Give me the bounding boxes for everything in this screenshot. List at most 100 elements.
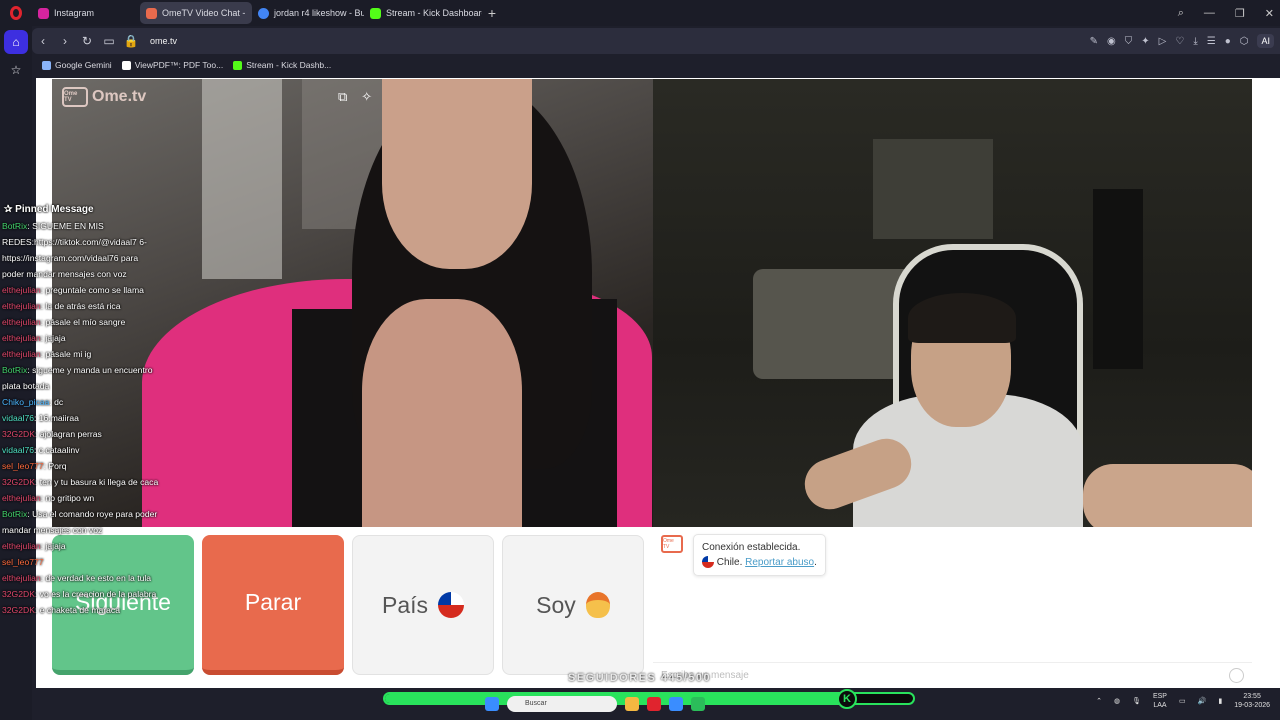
chat-username[interactable]: elthejulian (2, 349, 41, 359)
microphone-icon[interactable]: 🎙 (1132, 697, 1141, 705)
emoji-icon[interactable] (1229, 668, 1244, 683)
effects-icon[interactable]: ✧ (361, 89, 372, 105)
chat-message: sel_leo777: Porq (0, 458, 162, 474)
bookmarks-bar: Google Gemini ViewPDF™: PDF Too... Strea… (32, 56, 1280, 74)
opera-taskbar-icon[interactable] (647, 697, 661, 711)
chat-username[interactable]: BotRix (2, 509, 27, 519)
spotify-taskbar-icon[interactable] (691, 697, 705, 711)
taskbar-search[interactable]: Buscar (507, 696, 617, 712)
chat-username[interactable]: 32G2DK (2, 429, 35, 439)
lock-icon: 🔒 (123, 34, 139, 48)
message-input[interactable]: Escribe un mensaje (653, 662, 1252, 688)
forward-icon[interactable]: › (54, 34, 76, 48)
bookmark-gemini[interactable]: Google Gemini (42, 60, 112, 70)
volume-icon[interactable]: 🔊 (1198, 697, 1207, 705)
reload-icon[interactable]: ↻ (76, 34, 98, 48)
streamer-hair (908, 293, 1016, 343)
country-button[interactable]: País (352, 535, 494, 675)
chat-text: : de verdad ke esto en la tula (40, 573, 152, 583)
chat-username[interactable]: Chiko_picaa (2, 397, 49, 407)
stop-button[interactable]: Parar (202, 535, 344, 675)
search-tabs-icon[interactable]: ⌕ (1178, 7, 1184, 20)
profile-icon[interactable]: ● (1225, 36, 1231, 47)
network-icon[interactable]: ▭ (1179, 697, 1186, 705)
clock[interactable]: 23:55 19-03-2026 (1234, 692, 1270, 710)
browser-tab-bar: Instagram OmeTV Video Chat - jordan r4 l… (0, 0, 1280, 26)
bookmark-kick[interactable]: Stream - Kick Dashb... (233, 60, 331, 70)
chat-message: 32G2DK: e chaketa de maraca (0, 602, 162, 618)
back-icon[interactable]: ‹ (32, 34, 54, 48)
chat-username[interactable]: BotRix (2, 365, 27, 375)
extensions-icon[interactable]: ✦ (1141, 36, 1149, 47)
chat-message: elthejulian: preguntale como se llama (0, 282, 162, 298)
stop-button-label: Parar (244, 589, 302, 615)
pip-icon[interactable]: ⧉ (338, 89, 347, 105)
chat-text: : Porq (43, 461, 67, 471)
chat-username[interactable]: sel_leo777 (2, 557, 44, 567)
url-field[interactable]: ome.tv (150, 36, 177, 46)
cube-icon[interactable]: ⬡ (1240, 36, 1249, 47)
chat-username[interactable]: elthejulian (2, 333, 41, 343)
kick-badge-icon: K (837, 689, 857, 709)
tab-ometv[interactable]: OmeTV Video Chat - (140, 2, 252, 24)
kick-icon (233, 60, 243, 70)
snapshot-icon[interactable]: ◉ (1107, 36, 1116, 47)
star-icon[interactable]: ☆ (4, 58, 28, 82)
chat-username[interactable]: elthejulian (2, 541, 41, 551)
chat-username[interactable]: elthejulian (2, 573, 41, 583)
edit-icon[interactable]: ✎ (1090, 36, 1098, 47)
report-abuse-link[interactable]: Reportar abuso (745, 557, 814, 568)
app-taskbar-icon[interactable] (669, 697, 683, 711)
chat-text: : jajaja (40, 541, 66, 551)
chat-username[interactable]: elthejulian (2, 317, 41, 327)
chat-text: : jajaja (40, 333, 66, 343)
tab-google-search[interactable]: jordan r4 likeshow - Busca (252, 2, 364, 24)
chat-message: 32G2DK: ten y tu basura ki llega de caca (0, 474, 162, 490)
ometv-logo-text: Ome.tv (92, 88, 147, 105)
battery-icon[interactable]: ▮ (1218, 697, 1222, 705)
opera-logo-icon[interactable] (0, 0, 32, 26)
download-icon[interactable]: ⤓ (1193, 36, 1197, 47)
pdf-icon (121, 60, 131, 70)
camera-icon[interactable]: ▭ (98, 34, 120, 48)
language-code: ESP (1152, 693, 1167, 700)
chat-username[interactable]: elthejulian (2, 493, 41, 503)
chat-username[interactable]: elthejulian (2, 301, 41, 311)
minimize-icon[interactable]: — (1204, 7, 1215, 19)
home-icon[interactable]: ⌂ (4, 30, 28, 54)
chat-username[interactable]: elthejulian (2, 285, 41, 295)
chat-username[interactable]: 32G2DK (2, 589, 35, 599)
heart-icon[interactable]: ♡ (1175, 36, 1184, 47)
file-explorer-icon[interactable] (625, 697, 639, 711)
tab-instagram[interactable]: Instagram (32, 2, 140, 24)
chat-username[interactable]: 32G2DK (2, 477, 35, 487)
shield-icon[interactable]: ⛉ (1125, 36, 1133, 47)
gender-button[interactable]: Soy (502, 535, 644, 675)
ai-button[interactable]: AI (1257, 34, 1274, 48)
background-screen (873, 139, 993, 239)
window-controls: ⌕ — ❐ ✕ (1178, 0, 1274, 26)
chat-message: elthejulian: de verdad ke esto en la tul… (0, 570, 162, 586)
chile-flag-icon (438, 592, 465, 618)
play-icon[interactable]: ▷ (1159, 36, 1167, 47)
bookmark-viewpdf[interactable]: ViewPDF™: PDF Too... (121, 60, 223, 70)
new-tab-button[interactable]: + (482, 5, 502, 21)
clock-time: 23:55 (1243, 693, 1261, 700)
windows-start-icon[interactable] (485, 697, 499, 711)
chat-message: BotRix: Usa el comando roye para poder m… (0, 506, 162, 538)
tab-kick-dashboard[interactable]: Stream - Kick Dashboard (364, 2, 482, 24)
chat-username[interactable]: 32G2DK (2, 605, 35, 615)
chat-message: sel_leo777 (0, 554, 162, 570)
chat-username[interactable]: sel_leo777 (2, 461, 44, 471)
chat-text: : no gritipo wn (40, 493, 95, 503)
language-indicator[interactable]: ESP LAA (1153, 692, 1167, 710)
chat-username[interactable]: vidaal76 (2, 413, 34, 423)
chat-username[interactable]: BotRix (2, 221, 27, 231)
close-icon[interactable]: ✕ (1265, 7, 1274, 20)
chat-username[interactable]: vidaal76 (2, 445, 34, 455)
tray-app-icon[interactable]: ◍ (1114, 697, 1120, 705)
gemini-icon (42, 60, 51, 70)
menu-icon[interactable]: ☰ (1207, 36, 1216, 47)
tray-chevron-icon[interactable]: ⌃ (1096, 697, 1102, 705)
maximize-icon[interactable]: ❐ (1235, 7, 1245, 20)
